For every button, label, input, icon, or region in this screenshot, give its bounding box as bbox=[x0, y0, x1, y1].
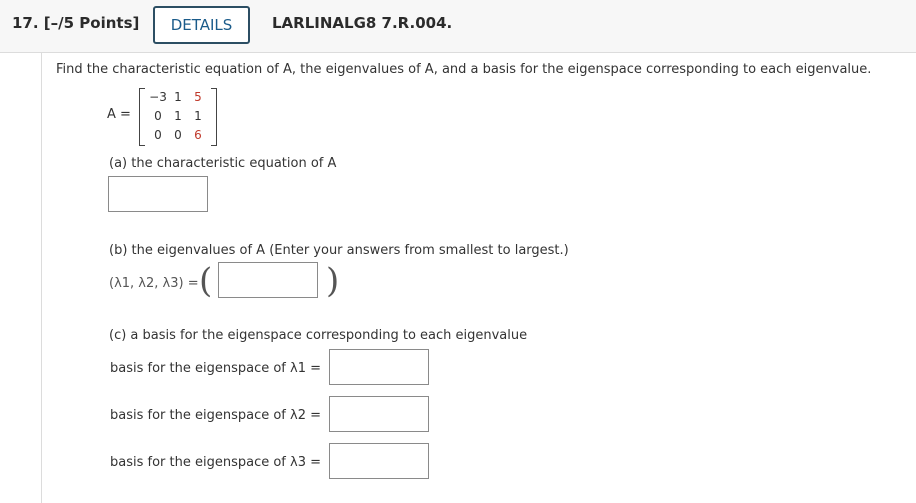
matrix-cell: 0 bbox=[174, 128, 182, 142]
matrix-label: A = bbox=[107, 107, 131, 122]
question-code: LARLINALG8 7.R.004. bbox=[272, 14, 453, 32]
characteristic-equation-input[interactable] bbox=[108, 176, 208, 212]
question-prompt: Find the characteristic equation of A, t… bbox=[56, 62, 872, 77]
matrix-cell: 0 bbox=[154, 128, 162, 142]
matrix-left-bracket bbox=[139, 88, 145, 146]
matrix-right-bracket bbox=[211, 88, 217, 146]
matrix-cell: −3 bbox=[149, 90, 167, 104]
basis-lambda2-input[interactable] bbox=[329, 396, 429, 432]
basis-label-lambda1: basis for the eigenspace of λ1 = bbox=[110, 361, 322, 376]
left-divider bbox=[41, 53, 42, 503]
eigenvalues-input[interactable] bbox=[218, 262, 318, 298]
matrix-A: −3 1 5 0 1 1 0 0 6 bbox=[139, 86, 217, 146]
matrix-cell: 1 bbox=[174, 109, 182, 123]
matrix-cell: 1 bbox=[194, 109, 202, 123]
part-b-label: (b) the eigenvalues of A (Enter your ans… bbox=[109, 243, 569, 258]
basis-lambda3-input[interactable] bbox=[329, 443, 429, 479]
question-header: 17. [–/5 Points] DETAILS LARLINALG8 7.R.… bbox=[0, 0, 916, 53]
matrix-cell: 6 bbox=[194, 128, 202, 142]
left-paren: ( bbox=[199, 261, 213, 301]
basis-lambda1-input[interactable] bbox=[329, 349, 429, 385]
right-paren: ) bbox=[326, 261, 340, 301]
matrix-cell: 1 bbox=[174, 90, 182, 104]
part-a-label: (a) the characteristic equation of A bbox=[109, 156, 337, 171]
question-number: 17. [–/5 Points] bbox=[12, 14, 140, 32]
part-c-label: (c) a basis for the eigenspace correspon… bbox=[109, 328, 528, 343]
matrix-cell: 5 bbox=[194, 90, 202, 104]
matrix-cell: 0 bbox=[154, 109, 162, 123]
details-button[interactable]: DETAILS bbox=[153, 6, 250, 44]
basis-label-lambda2: basis for the eigenspace of λ2 = bbox=[110, 408, 322, 423]
eigenvalue-tuple-label: (λ1, λ2, λ3) = bbox=[109, 276, 199, 291]
basis-label-lambda3: basis for the eigenspace of λ3 = bbox=[110, 455, 322, 470]
